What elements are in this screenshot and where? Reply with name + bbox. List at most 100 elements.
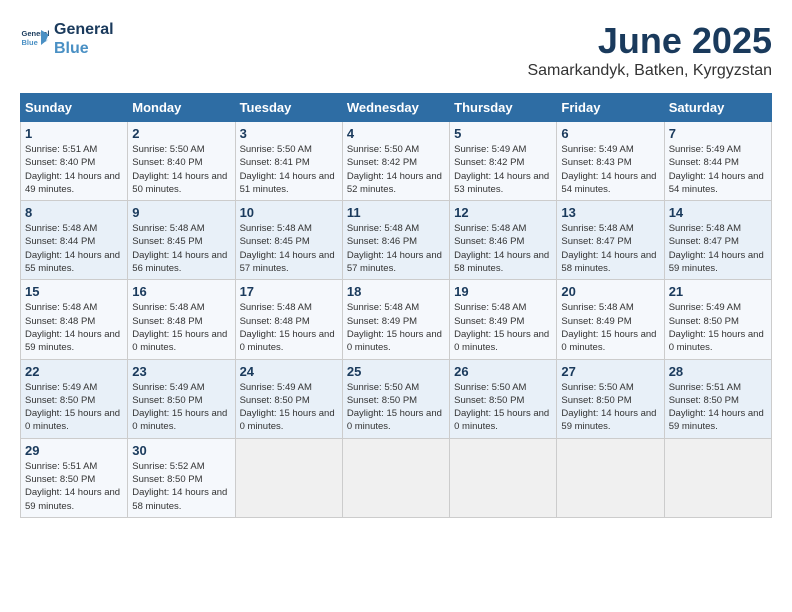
calendar-cell: 11 Sunrise: 5:48 AMSunset: 8:46 PMDaylig…	[342, 201, 449, 280]
day-info: Sunrise: 5:48 AMSunset: 8:45 PMDaylight:…	[240, 222, 338, 275]
day-number: 7	[669, 126, 767, 141]
day-info: Sunrise: 5:48 AMSunset: 8:49 PMDaylight:…	[561, 301, 659, 354]
day-info: Sunrise: 5:52 AMSunset: 8:50 PMDaylight:…	[132, 460, 230, 513]
day-number: 24	[240, 364, 338, 379]
calendar-cell: 14 Sunrise: 5:48 AMSunset: 8:47 PMDaylig…	[664, 201, 771, 280]
calendar-cell: 6 Sunrise: 5:49 AMSunset: 8:43 PMDayligh…	[557, 122, 664, 201]
day-number: 4	[347, 126, 445, 141]
day-number: 22	[25, 364, 123, 379]
day-info: Sunrise: 5:49 AMSunset: 8:44 PMDaylight:…	[669, 143, 767, 196]
day-number: 21	[669, 284, 767, 299]
calendar-cell: 16 Sunrise: 5:48 AMSunset: 8:48 PMDaylig…	[128, 280, 235, 359]
day-info: Sunrise: 5:49 AMSunset: 8:42 PMDaylight:…	[454, 143, 552, 196]
day-info: Sunrise: 5:48 AMSunset: 8:47 PMDaylight:…	[669, 222, 767, 275]
day-info: Sunrise: 5:49 AMSunset: 8:50 PMDaylight:…	[132, 381, 230, 434]
calendar-table: Sunday Monday Tuesday Wednesday Thursday…	[20, 93, 772, 518]
day-number: 26	[454, 364, 552, 379]
day-info: Sunrise: 5:48 AMSunset: 8:48 PMDaylight:…	[25, 301, 123, 354]
calendar-cell	[342, 438, 449, 517]
day-info: Sunrise: 5:51 AMSunset: 8:40 PMDaylight:…	[25, 143, 123, 196]
col-friday: Friday	[557, 94, 664, 122]
calendar-cell: 15 Sunrise: 5:48 AMSunset: 8:48 PMDaylig…	[21, 280, 128, 359]
day-number: 9	[132, 205, 230, 220]
col-wednesday: Wednesday	[342, 94, 449, 122]
calendar-cell: 27 Sunrise: 5:50 AMSunset: 8:50 PMDaylig…	[557, 359, 664, 438]
day-info: Sunrise: 5:49 AMSunset: 8:43 PMDaylight:…	[561, 143, 659, 196]
day-info: Sunrise: 5:48 AMSunset: 8:48 PMDaylight:…	[240, 301, 338, 354]
calendar-cell: 4 Sunrise: 5:50 AMSunset: 8:42 PMDayligh…	[342, 122, 449, 201]
day-info: Sunrise: 5:50 AMSunset: 8:50 PMDaylight:…	[561, 381, 659, 434]
calendar-week-row: 8 Sunrise: 5:48 AMSunset: 8:44 PMDayligh…	[21, 201, 772, 280]
day-number: 6	[561, 126, 659, 141]
day-info: Sunrise: 5:51 AMSunset: 8:50 PMDaylight:…	[669, 381, 767, 434]
day-number: 18	[347, 284, 445, 299]
day-info: Sunrise: 5:50 AMSunset: 8:50 PMDaylight:…	[347, 381, 445, 434]
col-sunday: Sunday	[21, 94, 128, 122]
day-number: 15	[25, 284, 123, 299]
calendar-cell: 22 Sunrise: 5:49 AMSunset: 8:50 PMDaylig…	[21, 359, 128, 438]
calendar-week-row: 15 Sunrise: 5:48 AMSunset: 8:48 PMDaylig…	[21, 280, 772, 359]
day-number: 23	[132, 364, 230, 379]
day-info: Sunrise: 5:48 AMSunset: 8:46 PMDaylight:…	[347, 222, 445, 275]
calendar-cell: 24 Sunrise: 5:49 AMSunset: 8:50 PMDaylig…	[235, 359, 342, 438]
calendar-cell: 29 Sunrise: 5:51 AMSunset: 8:50 PMDaylig…	[21, 438, 128, 517]
day-number: 17	[240, 284, 338, 299]
day-number: 25	[347, 364, 445, 379]
day-info: Sunrise: 5:48 AMSunset: 8:44 PMDaylight:…	[25, 222, 123, 275]
title-section: June 2025 Samarkandyk, Batken, Kyrgyzsta…	[527, 20, 772, 80]
day-info: Sunrise: 5:48 AMSunset: 8:48 PMDaylight:…	[132, 301, 230, 354]
calendar-cell	[450, 438, 557, 517]
calendar-cell: 17 Sunrise: 5:48 AMSunset: 8:48 PMDaylig…	[235, 280, 342, 359]
calendar-cell	[557, 438, 664, 517]
calendar-week-row: 1 Sunrise: 5:51 AMSunset: 8:40 PMDayligh…	[21, 122, 772, 201]
calendar-header-row: Sunday Monday Tuesday Wednesday Thursday…	[21, 94, 772, 122]
day-info: Sunrise: 5:50 AMSunset: 8:41 PMDaylight:…	[240, 143, 338, 196]
day-info: Sunrise: 5:48 AMSunset: 8:47 PMDaylight:…	[561, 222, 659, 275]
day-number: 10	[240, 205, 338, 220]
day-number: 5	[454, 126, 552, 141]
calendar-cell	[664, 438, 771, 517]
calendar-cell: 20 Sunrise: 5:48 AMSunset: 8:49 PMDaylig…	[557, 280, 664, 359]
day-number: 12	[454, 205, 552, 220]
day-info: Sunrise: 5:50 AMSunset: 8:42 PMDaylight:…	[347, 143, 445, 196]
day-number: 29	[25, 443, 123, 458]
month-title: June 2025	[527, 20, 772, 62]
day-info: Sunrise: 5:50 AMSunset: 8:40 PMDaylight:…	[132, 143, 230, 196]
day-info: Sunrise: 5:50 AMSunset: 8:50 PMDaylight:…	[454, 381, 552, 434]
calendar-cell: 3 Sunrise: 5:50 AMSunset: 8:41 PMDayligh…	[235, 122, 342, 201]
calendar-cell: 26 Sunrise: 5:50 AMSunset: 8:50 PMDaylig…	[450, 359, 557, 438]
day-number: 19	[454, 284, 552, 299]
logo-general: General	[54, 20, 114, 39]
day-info: Sunrise: 5:49 AMSunset: 8:50 PMDaylight:…	[669, 301, 767, 354]
logo-blue: Blue	[54, 39, 114, 58]
calendar-cell: 5 Sunrise: 5:49 AMSunset: 8:42 PMDayligh…	[450, 122, 557, 201]
day-number: 8	[25, 205, 123, 220]
calendar-cell: 23 Sunrise: 5:49 AMSunset: 8:50 PMDaylig…	[128, 359, 235, 438]
day-info: Sunrise: 5:48 AMSunset: 8:46 PMDaylight:…	[454, 222, 552, 275]
col-saturday: Saturday	[664, 94, 771, 122]
day-info: Sunrise: 5:51 AMSunset: 8:50 PMDaylight:…	[25, 460, 123, 513]
calendar-cell: 10 Sunrise: 5:48 AMSunset: 8:45 PMDaylig…	[235, 201, 342, 280]
calendar-cell: 21 Sunrise: 5:49 AMSunset: 8:50 PMDaylig…	[664, 280, 771, 359]
calendar-cell: 9 Sunrise: 5:48 AMSunset: 8:45 PMDayligh…	[128, 201, 235, 280]
day-number: 3	[240, 126, 338, 141]
calendar-cell: 13 Sunrise: 5:48 AMSunset: 8:47 PMDaylig…	[557, 201, 664, 280]
calendar-cell: 8 Sunrise: 5:48 AMSunset: 8:44 PMDayligh…	[21, 201, 128, 280]
day-number: 16	[132, 284, 230, 299]
day-number: 27	[561, 364, 659, 379]
location-subtitle: Samarkandyk, Batken, Kyrgyzstan	[527, 62, 772, 80]
day-info: Sunrise: 5:49 AMSunset: 8:50 PMDaylight:…	[240, 381, 338, 434]
calendar-cell: 25 Sunrise: 5:50 AMSunset: 8:50 PMDaylig…	[342, 359, 449, 438]
col-monday: Monday	[128, 94, 235, 122]
day-number: 2	[132, 126, 230, 141]
day-info: Sunrise: 5:48 AMSunset: 8:49 PMDaylight:…	[454, 301, 552, 354]
svg-text:Blue: Blue	[22, 38, 38, 47]
day-info: Sunrise: 5:48 AMSunset: 8:45 PMDaylight:…	[132, 222, 230, 275]
calendar-cell: 2 Sunrise: 5:50 AMSunset: 8:40 PMDayligh…	[128, 122, 235, 201]
day-number: 1	[25, 126, 123, 141]
calendar-cell: 7 Sunrise: 5:49 AMSunset: 8:44 PMDayligh…	[664, 122, 771, 201]
logo-icon: General Blue	[20, 24, 50, 54]
calendar-cell: 12 Sunrise: 5:48 AMSunset: 8:46 PMDaylig…	[450, 201, 557, 280]
col-thursday: Thursday	[450, 94, 557, 122]
calendar-cell	[235, 438, 342, 517]
